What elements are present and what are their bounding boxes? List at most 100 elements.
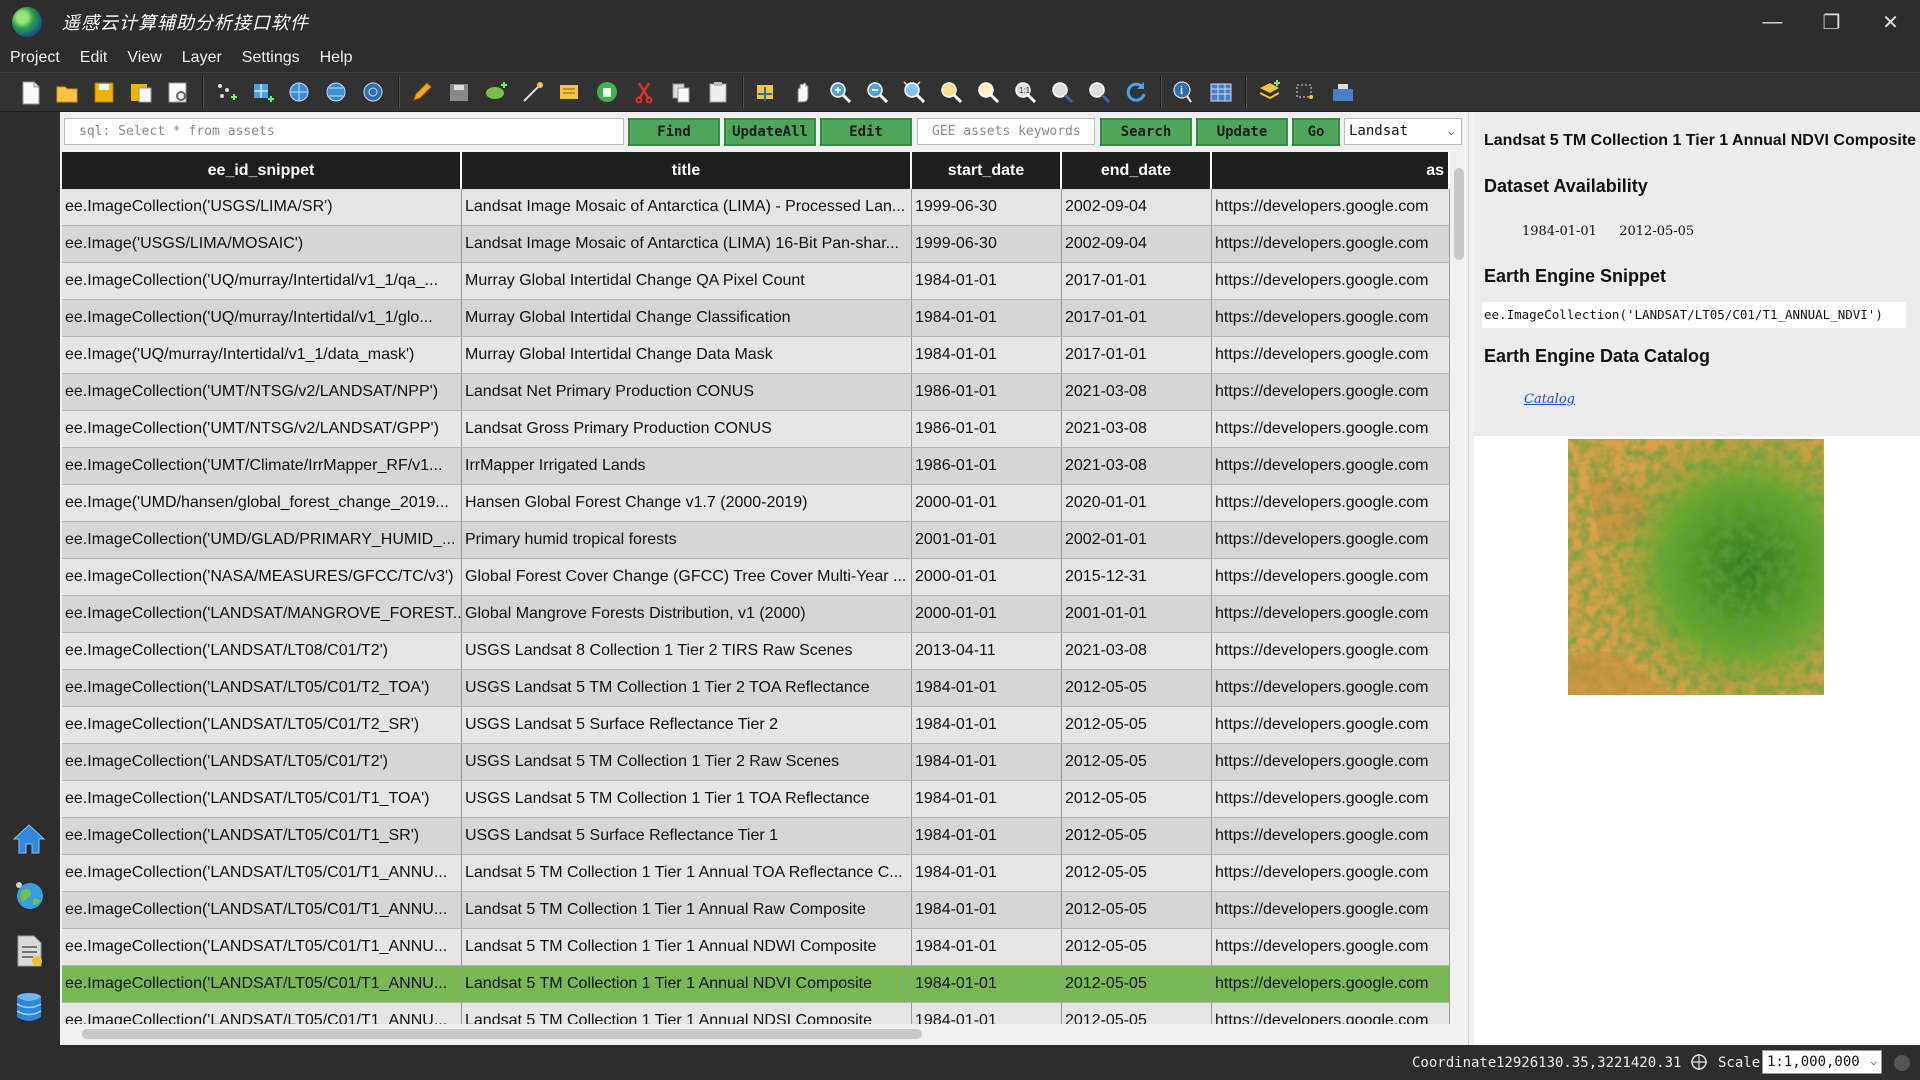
app-logo-icon bbox=[12, 7, 42, 37]
minimize-button[interactable]: — bbox=[1743, 0, 1802, 44]
vertical-scrollbar[interactable] bbox=[1450, 152, 1468, 1024]
table-row[interactable]: ee.Image('USGS/LIMA/MOSAIC') Landsat Imag… bbox=[62, 226, 1450, 263]
zoom-out-icon[interactable] bbox=[861, 76, 893, 108]
pan-to-selection-icon[interactable] bbox=[750, 76, 782, 108]
find-button[interactable]: Find bbox=[628, 118, 720, 146]
maximize-button[interactable]: ❐ bbox=[1802, 0, 1861, 44]
attribute-table-edit-icon[interactable] bbox=[554, 76, 586, 108]
catalog-link[interactable]: Catalog bbox=[1524, 392, 1575, 407]
table-row[interactable]: ee.ImageCollection('UMT/Climate/IrrMappe… bbox=[62, 448, 1450, 485]
message-log-icon[interactable] bbox=[1894, 1055, 1910, 1071]
refresh-icon[interactable] bbox=[1120, 76, 1152, 108]
table-row[interactable]: ee.ImageCollection('NASA/MEASURES/GFCC/T… bbox=[62, 559, 1450, 596]
menu-help[interactable]: Help bbox=[310, 44, 363, 72]
map-pin-icon[interactable] bbox=[1688, 1051, 1710, 1073]
save-as-icon[interactable] bbox=[125, 76, 157, 108]
new-file-icon[interactable] bbox=[14, 76, 46, 108]
dataset-title: Landsat 5 TM Collection 1 Tier 1 Annual … bbox=[1484, 132, 1917, 149]
collection-select[interactable]: Landsat ⌵ bbox=[1344, 118, 1462, 145]
zoom-in-icon[interactable] bbox=[824, 76, 856, 108]
coordinate-label: Coordinate bbox=[1412, 1055, 1497, 1071]
table-row[interactable]: ee.ImageCollection('LANDSAT/LT05/C01/T2_… bbox=[62, 670, 1450, 707]
menu-settings[interactable]: Settings bbox=[232, 44, 310, 72]
table-row[interactable]: ee.ImageCollection('LANDSAT/LT05/C01/T1_… bbox=[62, 855, 1450, 892]
add-wms-icon[interactable] bbox=[284, 76, 316, 108]
table-row[interactable]: ee.ImageCollection('USGS/LIMA/SR') Landsa… bbox=[62, 189, 1450, 226]
cut-icon[interactable] bbox=[628, 76, 660, 108]
save-icon[interactable] bbox=[88, 76, 120, 108]
earth-engine-icon[interactable] bbox=[10, 876, 48, 914]
zoom-last-icon[interactable] bbox=[1046, 76, 1078, 108]
table-icon[interactable] bbox=[1205, 76, 1237, 108]
table-row[interactable]: ee.ImageCollection('LANDSAT/LT05/C01/T1_… bbox=[62, 966, 1450, 1003]
table-row[interactable]: ee.ImageCollection('LANDSAT/LT08/C01/T2'… bbox=[62, 633, 1450, 670]
column-header-title[interactable]: title bbox=[462, 152, 912, 189]
table-row[interactable]: ee.ImageCollection('UMT/NTSG/v2/LANDSAT/… bbox=[62, 411, 1450, 448]
select-features-icon[interactable] bbox=[1290, 76, 1322, 108]
menu-view[interactable]: View bbox=[117, 44, 171, 72]
table-row[interactable]: ee.ImageCollection('UQ/murray/Intertidal… bbox=[62, 263, 1450, 300]
table-row[interactable]: ee.ImageCollection('UMT/NTSG/v2/LANDSAT/… bbox=[62, 374, 1450, 411]
database-icon[interactable] bbox=[10, 988, 48, 1026]
column-header-asset-url[interactable]: as bbox=[1212, 152, 1450, 189]
table-row[interactable]: ee.ImageCollection('LANDSAT/LT05/C01/T1_… bbox=[62, 1003, 1450, 1024]
table-row[interactable]: ee.ImageCollection('LANDSAT/MANGROVE_FOR… bbox=[62, 596, 1450, 633]
menu-edit[interactable]: Edit bbox=[70, 44, 118, 72]
paste-icon[interactable] bbox=[702, 76, 734, 108]
table-row[interactable]: ee.ImageCollection('LANDSAT/LT05/C01/T2_… bbox=[62, 707, 1450, 744]
zoom-next-icon[interactable] bbox=[1083, 76, 1115, 108]
table-row[interactable]: ee.ImageCollection('LANDSAT/LT05/C01/T2'… bbox=[62, 744, 1450, 781]
add-wcs-icon[interactable] bbox=[358, 76, 390, 108]
table-row[interactable]: ee.ImageCollection('LANDSAT/LT05/C01/T1_… bbox=[62, 818, 1450, 855]
scale-select[interactable]: 1:1,000,000 ⌵ bbox=[1762, 1050, 1882, 1074]
close-button[interactable]: ✕ bbox=[1861, 0, 1920, 44]
zoom-native-icon[interactable]: 1:1 bbox=[1009, 76, 1041, 108]
sql-query-input[interactable] bbox=[64, 118, 624, 145]
vertical-scroll-thumb[interactable] bbox=[1454, 168, 1464, 260]
table-row[interactable]: ee.ImageCollection('UQ/murray/Intertidal… bbox=[62, 300, 1450, 337]
open-folder-icon[interactable] bbox=[51, 76, 83, 108]
zoom-to-layer-icon[interactable] bbox=[935, 76, 967, 108]
column-header-start-date[interactable]: start_date bbox=[912, 152, 1062, 189]
table-row[interactable]: ee.Image('UMD/hansen/global_forest_chang… bbox=[62, 485, 1450, 522]
table-row[interactable]: ee.ImageCollection('LANDSAT/LT05/C01/T1_… bbox=[62, 892, 1450, 929]
layer-properties-icon[interactable] bbox=[1253, 76, 1285, 108]
copy-icon[interactable] bbox=[665, 76, 697, 108]
save-edits-icon[interactable] bbox=[443, 76, 475, 108]
add-grid-layer-icon[interactable] bbox=[247, 76, 279, 108]
print-preview-icon[interactable] bbox=[162, 76, 194, 108]
home-icon[interactable] bbox=[10, 820, 48, 858]
pan-hand-icon[interactable] bbox=[787, 76, 819, 108]
map-tips-icon[interactable] bbox=[1327, 76, 1359, 108]
add-wfs-icon[interactable] bbox=[321, 76, 353, 108]
menu-project[interactable]: Project bbox=[0, 44, 70, 72]
update-all-button[interactable]: UpdateAll bbox=[724, 118, 816, 146]
zoom-to-selection-icon[interactable] bbox=[972, 76, 1004, 108]
identify-icon[interactable]: i bbox=[1168, 76, 1200, 108]
horizontal-scrollbar[interactable] bbox=[62, 1024, 1450, 1042]
cell-start-date: 1999-06-30 bbox=[912, 226, 1062, 263]
add-point-layer-icon[interactable] bbox=[210, 76, 242, 108]
cell-end-date: 2002-01-01 bbox=[1062, 522, 1212, 559]
search-button[interactable]: Search bbox=[1100, 118, 1192, 146]
earth-engine-snippet[interactable]: ee.ImageCollection('LANDSAT/LT05/C01/T1_… bbox=[1482, 302, 1906, 328]
table-row[interactable]: ee.ImageCollection('LANDSAT/LT05/C01/T1_… bbox=[62, 929, 1450, 966]
edit-button[interactable]: Edit bbox=[820, 118, 912, 146]
edit-pencil-icon[interactable] bbox=[406, 76, 438, 108]
document-script-icon[interactable] bbox=[10, 932, 48, 970]
column-header-ee-id-snippet[interactable]: ee_id_snippet bbox=[62, 152, 462, 189]
zoom-full-icon[interactable] bbox=[898, 76, 930, 108]
add-feature-icon[interactable] bbox=[480, 76, 512, 108]
go-button[interactable]: Go bbox=[1292, 118, 1340, 146]
digitize-icon[interactable] bbox=[517, 76, 549, 108]
table-row[interactable]: ee.ImageCollection('LANDSAT/LT05/C01/T1_… bbox=[62, 781, 1450, 818]
column-header-end-date[interactable]: end_date bbox=[1062, 152, 1212, 189]
cell-ee-id-snippet: ee.ImageCollection('UQ/murray/Intertidal… bbox=[62, 300, 462, 337]
table-row[interactable]: ee.ImageCollection('UMD/GLAD/PRIMARY_HUM… bbox=[62, 522, 1450, 559]
horizontal-scroll-thumb[interactable] bbox=[82, 1029, 922, 1039]
delete-icon[interactable] bbox=[591, 76, 623, 108]
table-row[interactable]: ee.Image('UQ/murray/Intertidal/v1_1/data… bbox=[62, 337, 1450, 374]
update-button[interactable]: Update bbox=[1196, 118, 1288, 146]
menu-layer[interactable]: Layer bbox=[172, 44, 232, 72]
keywords-input[interactable] bbox=[917, 118, 1095, 145]
